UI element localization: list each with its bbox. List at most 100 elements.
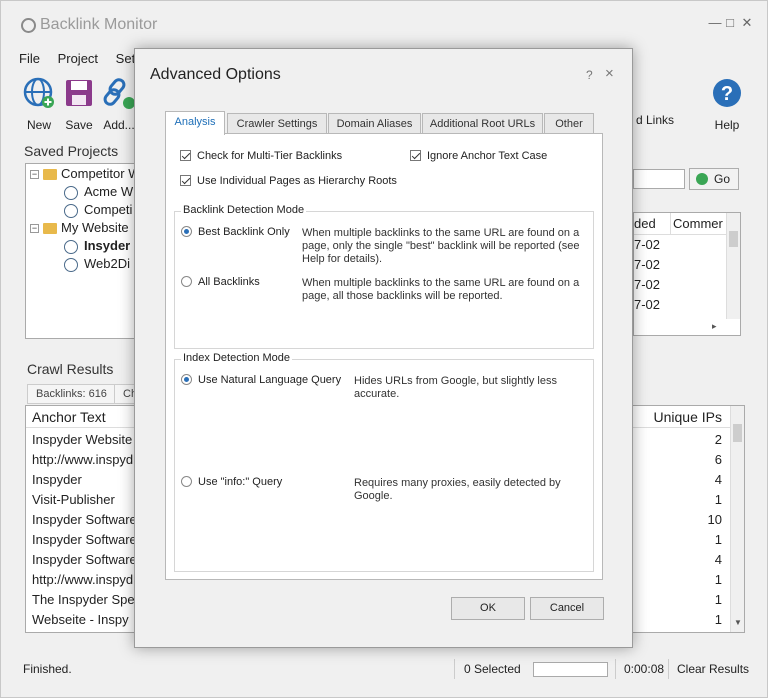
status-divider bbox=[454, 659, 455, 679]
links-button[interactable]: d Links bbox=[631, 113, 679, 127]
tab-backlinks[interactable]: Backlinks: 616 bbox=[27, 384, 116, 404]
save-button[interactable]: Save bbox=[57, 77, 101, 132]
tab-crawler-settings[interactable]: Crawler Settings bbox=[227, 113, 327, 134]
save-label: Save bbox=[65, 118, 93, 132]
tree-label: My Website bbox=[61, 220, 129, 235]
scroll-down-icon[interactable]: ▼ bbox=[734, 618, 742, 627]
tree-item-competitor-site[interactable]: Competi bbox=[64, 201, 132, 219]
column-header-anchor-text[interactable]: Anchor Text bbox=[32, 406, 106, 428]
scroll-thumb[interactable] bbox=[733, 424, 742, 442]
tree-item-acme[interactable]: Acme W bbox=[64, 183, 133, 201]
tree-folder-competitor[interactable]: − Competitor W bbox=[30, 165, 137, 183]
table-row[interactable]: 7-02 bbox=[634, 295, 660, 315]
close-icon[interactable]: ✕ bbox=[739, 15, 755, 31]
links-label: d Links bbox=[635, 113, 675, 127]
globe-icon bbox=[64, 203, 78, 218]
radio-selected[interactable] bbox=[181, 374, 192, 385]
result-anchor[interactable]: Inspyder bbox=[32, 470, 82, 490]
go-button[interactable]: Go bbox=[689, 168, 739, 190]
scroll-right-icon[interactable]: ▸ bbox=[712, 321, 717, 332]
best-backlink-radio[interactable]: Best Backlink Only bbox=[181, 226, 290, 238]
result-anchor[interactable]: http://www.inspyd bbox=[32, 450, 133, 470]
vertical-scrollbar[interactable] bbox=[726, 213, 740, 319]
result-anchor[interactable]: http://www.inspyd bbox=[32, 570, 133, 590]
all-backlinks-radio[interactable]: All Backlinks bbox=[181, 276, 260, 288]
radio-unselected[interactable] bbox=[181, 476, 192, 487]
ok-button[interactable]: OK bbox=[451, 597, 525, 620]
result-unique-ips: 10 bbox=[707, 512, 722, 527]
result-anchor[interactable]: Inspyder Software bbox=[32, 530, 137, 550]
dialog-close-icon[interactable]: × bbox=[605, 65, 614, 82]
globe-icon bbox=[64, 257, 78, 272]
go-arrow-icon bbox=[696, 173, 708, 185]
checkbox-checked[interactable] bbox=[180, 175, 191, 186]
tree-label: Insyder bbox=[84, 238, 131, 253]
tree-item-web2di[interactable]: Web2Di bbox=[64, 255, 130, 273]
natural-language-radio[interactable]: Use Natural Language Query bbox=[181, 374, 341, 386]
minimize-icon[interactable]: — bbox=[707, 15, 723, 31]
results-vertical-scrollbar[interactable]: ▼ bbox=[730, 406, 744, 632]
dialog-help-icon[interactable]: ? bbox=[586, 68, 593, 82]
save-disk-icon bbox=[66, 80, 92, 106]
result-anchor[interactable]: Webseite - Inspy bbox=[32, 610, 129, 630]
app-title: Backlink Monitor bbox=[40, 16, 158, 33]
all-backlinks-description: When multiple backlinks to the same URL … bbox=[302, 277, 580, 302]
info-query-radio[interactable]: Use "info:" Query bbox=[181, 476, 282, 488]
ignore-case-checkbox[interactable]: Ignore Anchor Text Case bbox=[410, 150, 547, 162]
scroll-thumb[interactable] bbox=[729, 231, 738, 247]
column-header-unique-ips[interactable]: Unique IPs bbox=[654, 406, 722, 428]
radio-selected[interactable] bbox=[181, 226, 192, 237]
status-bar: Finished. 0 Selected 0:00:08 Clear Resul… bbox=[1, 655, 767, 685]
cancel-button[interactable]: Cancel bbox=[530, 597, 604, 620]
index-detection-group: Index Detection Mode Use Natural Languag… bbox=[174, 352, 594, 572]
tab-additional-root-urls[interactable]: Additional Root URLs bbox=[422, 113, 543, 134]
help-icon: ? bbox=[713, 79, 741, 107]
menu-project[interactable]: Project bbox=[58, 51, 98, 66]
tree-label: Competitor W bbox=[61, 166, 137, 181]
menu-file[interactable]: File bbox=[19, 51, 40, 66]
backlink-detection-group: Backlink Detection Mode Best Backlink On… bbox=[174, 204, 594, 349]
dialog-title: Advanced Options bbox=[150, 66, 281, 83]
collapse-icon[interactable]: − bbox=[30, 224, 39, 234]
new-globe-icon bbox=[23, 77, 54, 108]
collapse-icon[interactable]: − bbox=[30, 170, 39, 180]
result-unique-ips: 1 bbox=[714, 492, 722, 507]
add-link-icon bbox=[103, 78, 135, 109]
clear-results-link[interactable]: Clear Results bbox=[677, 662, 749, 676]
globe-icon bbox=[64, 185, 78, 200]
tree-folder-my-website[interactable]: − My Website bbox=[30, 219, 129, 237]
search-input[interactable] bbox=[633, 169, 685, 189]
radio-unselected[interactable] bbox=[181, 276, 192, 287]
individual-pages-label: Use Individual Pages as Hierarchy Roots bbox=[197, 175, 397, 187]
analysis-tab-pane: Check for Multi-Tier Backlinks Ignore An… bbox=[165, 133, 603, 580]
tree-item-insyder[interactable]: Insyder bbox=[64, 237, 130, 255]
result-anchor[interactable]: Inspyder Software bbox=[32, 510, 137, 530]
multi-tier-checkbox[interactable]: Check for Multi-Tier Backlinks bbox=[180, 150, 342, 162]
result-anchor[interactable]: The Inspyder Spe bbox=[32, 590, 135, 610]
column-header-added[interactable]: ded bbox=[634, 213, 656, 235]
checkbox-checked[interactable] bbox=[180, 150, 191, 161]
result-anchor[interactable]: Inspyder Website bbox=[32, 430, 132, 450]
checkbox-checked[interactable] bbox=[410, 150, 421, 161]
advanced-options-dialog: Advanced Options ? × Analysis Crawler Se… bbox=[134, 48, 633, 648]
tab-other[interactable]: Other bbox=[544, 113, 594, 134]
column-header-comments[interactable]: Commer bbox=[670, 213, 723, 235]
tree-label: Acme W bbox=[84, 184, 134, 199]
tab-domain-aliases[interactable]: Domain Aliases bbox=[328, 113, 421, 134]
result-unique-ips: 4 bbox=[714, 472, 722, 487]
individual-pages-checkbox[interactable]: Use Individual Pages as Hierarchy Roots bbox=[180, 175, 397, 187]
maximize-icon[interactable]: □ bbox=[722, 15, 738, 31]
result-unique-ips: 1 bbox=[714, 532, 722, 547]
table-row[interactable]: 7-02 bbox=[634, 275, 660, 295]
tab-analysis[interactable]: Analysis bbox=[165, 111, 225, 135]
table-row[interactable]: 7-02 bbox=[634, 235, 660, 255]
new-button[interactable]: New bbox=[17, 77, 61, 132]
folder-icon bbox=[43, 223, 57, 235]
add-label: Add... bbox=[103, 118, 135, 132]
result-anchor[interactable]: Visit-Publisher bbox=[32, 490, 115, 510]
best-backlink-label: Best Backlink Only bbox=[198, 226, 290, 238]
crawl-results-title: Crawl Results bbox=[27, 361, 114, 377]
help-button[interactable]: ? Help bbox=[705, 77, 749, 132]
result-anchor[interactable]: Inspyder Software bbox=[32, 550, 137, 570]
table-row[interactable]: 7-02 bbox=[634, 255, 660, 275]
